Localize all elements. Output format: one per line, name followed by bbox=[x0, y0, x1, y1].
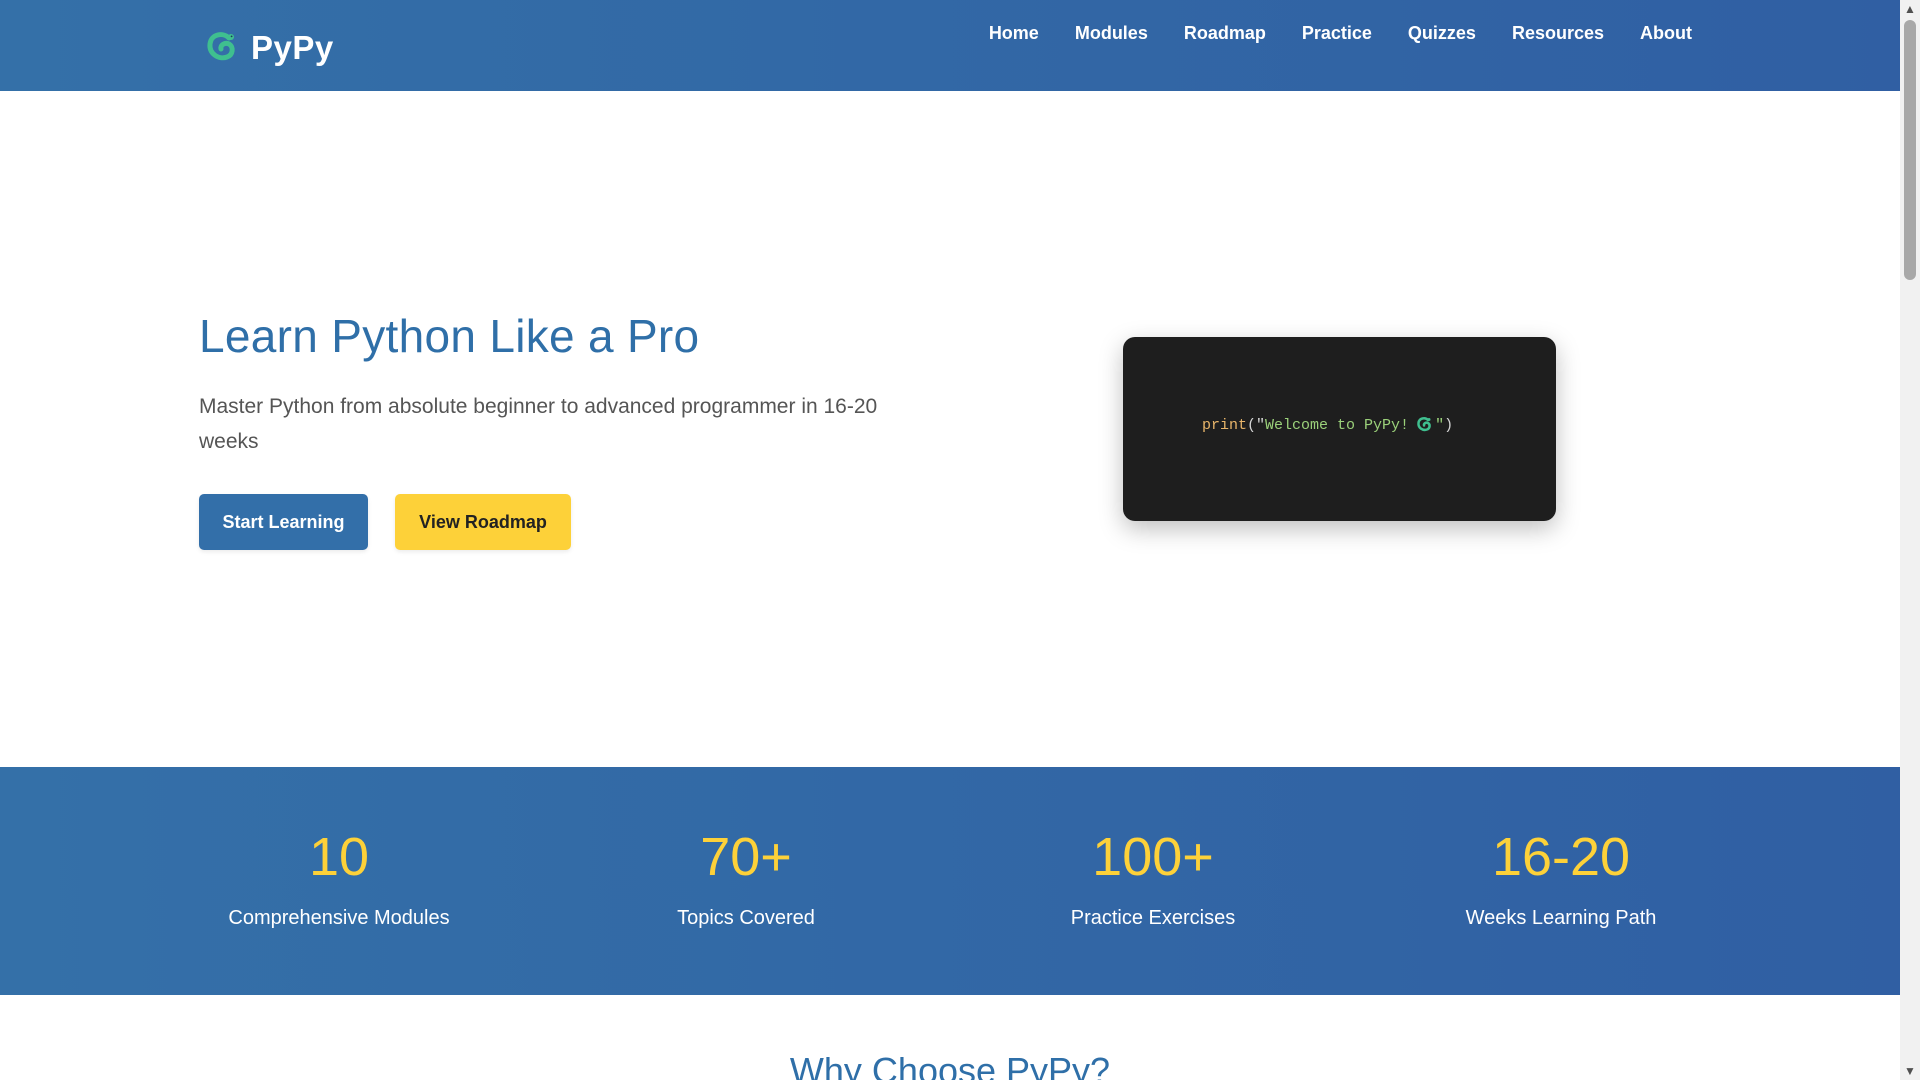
python-snake-icon bbox=[1417, 417, 1431, 432]
nav-roadmap[interactable]: Roadmap bbox=[1184, 22, 1266, 44]
scroll-up-arrow-icon[interactable]: ▲ bbox=[1900, 0, 1920, 18]
stat-value: 100+ bbox=[1092, 827, 1214, 887]
brand-name: PyPy bbox=[251, 29, 334, 66]
stat-label: Practice Exercises bbox=[1070, 907, 1236, 929]
view-roadmap-button[interactable]: View Roadmap bbox=[395, 494, 571, 550]
hero-subtitle: Master Python from absolute beginner to … bbox=[199, 395, 878, 453]
hero-title: Learn Python Like a Pro bbox=[199, 310, 700, 362]
scroll-thumb[interactable] bbox=[1904, 20, 1916, 280]
stat-exercises: 100+ Practice Exercises bbox=[973, 827, 1333, 930]
why-choose-title: Why Choose PyPy? bbox=[789, 1050, 1111, 1080]
nav-about[interactable]: About bbox=[1640, 22, 1692, 44]
stat-weeks: 16-20 Weeks Learning Path bbox=[1381, 827, 1741, 930]
site-header: PyPy Home Modules Roadmap Practice Quizz… bbox=[0, 0, 1900, 91]
nav-home[interactable]: Home bbox=[989, 22, 1039, 44]
code-string: Welcome to PyPy! bbox=[1265, 416, 1410, 434]
nav-modules[interactable]: Modules bbox=[1075, 22, 1148, 44]
stat-topics: 70+ Topics Covered bbox=[566, 827, 926, 930]
main-nav: Home Modules Roadmap Practice Quizzes Re… bbox=[989, 22, 1692, 44]
page: PyPy Home Modules Roadmap Practice Quizz… bbox=[0, 0, 1900, 1080]
stat-label: Comprehensive Modules bbox=[228, 907, 450, 929]
stat-label: Weeks Learning Path bbox=[1465, 907, 1657, 929]
stat-value: 16-20 bbox=[1491, 827, 1631, 887]
stats-band: 10 Comprehensive Modules 70+ Topics Cove… bbox=[0, 767, 1900, 995]
nav-practice[interactable]: Practice bbox=[1302, 22, 1372, 44]
vertical-scrollbar[interactable]: ▲ ▼ bbox=[1900, 0, 1920, 1080]
stat-value: 70+ bbox=[700, 827, 792, 887]
brand-logo[interactable]: PyPy bbox=[203, 28, 334, 68]
code-function: print bbox=[1202, 416, 1248, 434]
stat-value: 10 bbox=[308, 827, 370, 887]
code-close-quote: " bbox=[1435, 416, 1445, 434]
start-learning-button[interactable]: Start Learning bbox=[199, 494, 368, 550]
stat-label: Topics Covered bbox=[677, 907, 815, 929]
code-preview: print (" Welcome to PyPy! " ) bbox=[1123, 337, 1556, 521]
code-line: print (" Welcome to PyPy! " ) bbox=[1202, 416, 1453, 434]
scroll-down-arrow-icon[interactable]: ▼ bbox=[1900, 1062, 1920, 1080]
stat-modules: 10 Comprehensive Modules bbox=[159, 827, 519, 930]
nav-resources[interactable]: Resources bbox=[1512, 22, 1604, 44]
code-open: (" bbox=[1247, 416, 1266, 434]
python-snake-icon bbox=[207, 32, 235, 61]
code-close-paren: ) bbox=[1444, 416, 1454, 434]
hero-section: Learn Python Like a Pro Master Python fr… bbox=[0, 91, 1900, 767]
nav-quizzes[interactable]: Quizzes bbox=[1408, 22, 1476, 44]
